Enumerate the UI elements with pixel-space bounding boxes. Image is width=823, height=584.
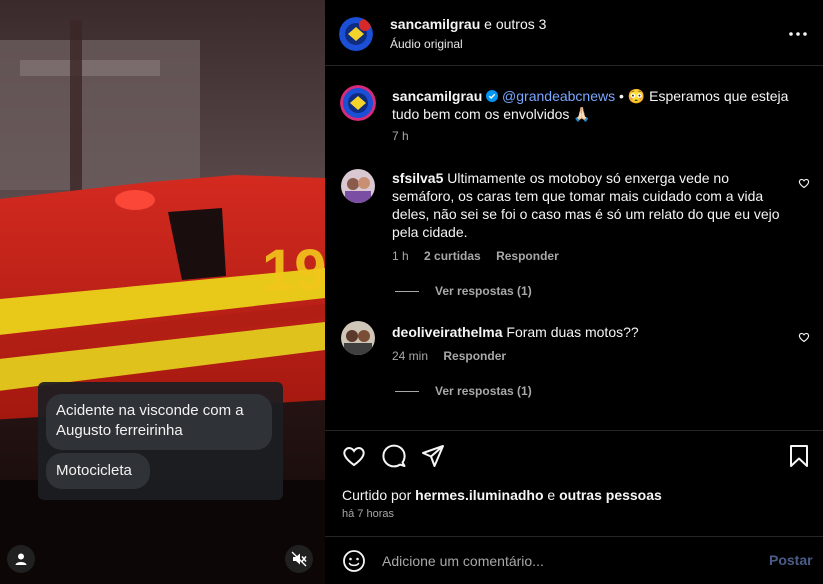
collab-suffix[interactable]: e outros 3 bbox=[484, 16, 546, 32]
avatar[interactable] bbox=[340, 85, 376, 121]
comment-body: Foram duas motos?? bbox=[506, 324, 639, 340]
avatar[interactable] bbox=[341, 169, 375, 203]
avatar[interactable] bbox=[341, 321, 375, 355]
post-media-video[interactable]: 19 Acidente na visconde com a Augusto fe… bbox=[0, 0, 325, 584]
comment-meta: 1 h 2 curtidas Responder bbox=[392, 249, 571, 263]
reply-button[interactable]: Responder bbox=[496, 249, 559, 263]
comment-composer: Postar bbox=[325, 536, 823, 584]
comment-body: Ultimamente os motoboy só enxerga vede n… bbox=[392, 170, 780, 240]
author-username[interactable]: sancamilgrau bbox=[390, 16, 480, 32]
caption-emoji: 😳 bbox=[627, 88, 646, 104]
comment-username[interactable]: sfsilva5 bbox=[392, 170, 443, 186]
comment-text: sfsilva5 Ultimamente os motoboy só enxer… bbox=[392, 169, 792, 241]
view-replies-button[interactable]: Ver respostas (1) bbox=[395, 384, 532, 398]
post-details-panel: sancamilgrau e outros 3 Áudio original s… bbox=[325, 0, 823, 584]
emoji-icon[interactable] bbox=[342, 549, 366, 573]
bookmark-icon[interactable] bbox=[786, 443, 812, 469]
caption-time[interactable]: 7 h bbox=[392, 129, 409, 143]
heart-icon[interactable] bbox=[798, 177, 810, 189]
post-actions: Curtido por hermes.iluminadho e outras p… bbox=[325, 430, 823, 528]
svg-text:19: 19 bbox=[262, 238, 325, 303]
audio-link[interactable]: Áudio original bbox=[390, 37, 463, 51]
view-replies-button[interactable]: Ver respostas (1) bbox=[395, 284, 532, 298]
comment-text: deoliveirathelma Foram duas motos?? bbox=[392, 323, 792, 341]
toggle-audio-button[interactable] bbox=[285, 545, 313, 573]
comments-list[interactable]: sancamilgrau @grandeabcnews • 😳 Esperamo… bbox=[325, 67, 823, 429]
post-time[interactable]: há 7 horas bbox=[342, 508, 394, 520]
verified-badge-icon bbox=[486, 90, 499, 102]
more-horizontal-icon[interactable] bbox=[787, 24, 809, 44]
liked-by-others[interactable]: outras pessoas bbox=[559, 487, 662, 503]
comment-icon[interactable] bbox=[381, 443, 407, 469]
heart-icon[interactable] bbox=[341, 443, 367, 469]
liked-by-connector: e bbox=[547, 487, 556, 503]
avatar[interactable] bbox=[339, 17, 373, 51]
comment-time[interactable]: 24 min bbox=[392, 349, 428, 363]
comment-username[interactable]: deoliveirathelma bbox=[392, 324, 503, 340]
liked-by: Curtido por hermes.iluminadho e outras p… bbox=[342, 487, 662, 503]
comment-likes[interactable]: 2 curtidas bbox=[424, 249, 481, 263]
caption-username[interactable]: sancamilgrau bbox=[392, 88, 482, 104]
post-header: sancamilgrau e outros 3 Áudio original bbox=[325, 0, 823, 66]
comment-meta: 24 min Responder bbox=[392, 349, 518, 363]
user-icon bbox=[15, 553, 27, 565]
message-bubble: Motocicleta bbox=[46, 453, 150, 489]
reply-button[interactable]: Responder bbox=[443, 349, 506, 363]
post-comment-button[interactable]: Postar bbox=[769, 552, 813, 568]
message-bubble: Acidente na visconde com a Augusto ferre… bbox=[46, 394, 272, 450]
post-author[interactable]: sancamilgrau e outros 3 bbox=[390, 16, 546, 32]
mention-link[interactable]: @grandeabcnews bbox=[502, 88, 615, 104]
caption-meta: 7 h bbox=[392, 129, 421, 143]
separator: • bbox=[619, 88, 624, 104]
share-icon[interactable] bbox=[420, 443, 446, 469]
comment-time[interactable]: 1 h bbox=[392, 249, 409, 263]
caption-text: sancamilgrau @grandeabcnews • 😳 Esperamo… bbox=[392, 87, 792, 123]
post-modal: 19 Acidente na visconde com a Augusto fe… bbox=[0, 0, 823, 584]
comment-input[interactable] bbox=[382, 549, 752, 573]
tagged-users-button[interactable] bbox=[7, 545, 35, 573]
heart-icon[interactable] bbox=[798, 331, 810, 343]
speaker-muted-icon bbox=[291, 551, 307, 567]
liked-by-user[interactable]: hermes.iluminadho bbox=[415, 487, 543, 503]
liked-by-prefix: Curtido por bbox=[342, 487, 412, 503]
